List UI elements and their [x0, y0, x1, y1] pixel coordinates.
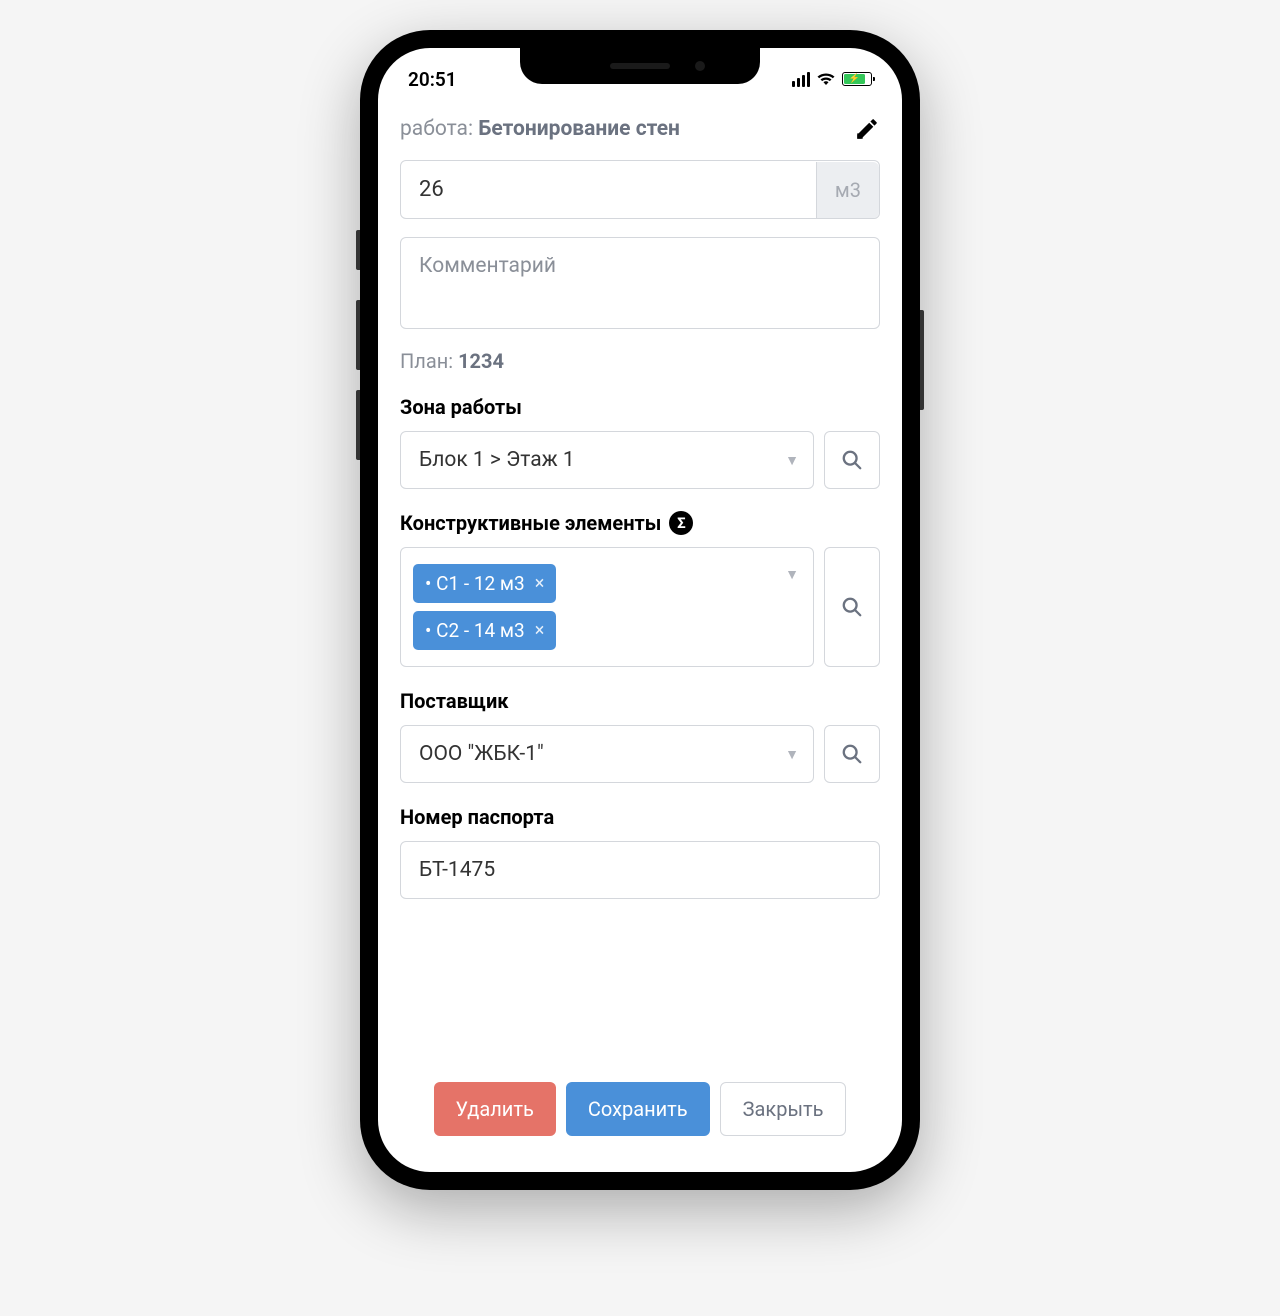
tag-remove-icon[interactable]: ×	[535, 573, 545, 594]
phone-frame: 20:51 ⚡ работа: Бетонирование стен	[360, 30, 920, 1190]
zone-row: Блок 1 > Этаж 1 ▼	[400, 431, 880, 489]
work-title: работа: Бетонирование стен	[400, 117, 680, 141]
footer-buttons: Удалить Сохранить Закрыть	[400, 1082, 880, 1172]
signal-icon	[792, 72, 810, 87]
elements-search-button[interactable]	[824, 547, 880, 667]
edit-button[interactable]	[854, 116, 880, 142]
element-tag: • С1 - 12 м3 ×	[413, 564, 556, 603]
close-button[interactable]: Закрыть	[720, 1082, 847, 1136]
chevron-down-icon: ▼	[785, 452, 799, 469]
spacer	[400, 921, 880, 1082]
supplier-selected: ООО "ЖБК-1"	[401, 726, 785, 782]
supplier-select[interactable]: ООО "ЖБК-1" ▼	[400, 725, 814, 783]
plan-label: План:	[400, 349, 453, 373]
work-value: Бетонирование стен	[478, 117, 680, 141]
phone-side-button	[920, 310, 924, 410]
form-header: работа: Бетонирование стен	[400, 116, 880, 142]
tag-remove-icon[interactable]: ×	[535, 620, 545, 641]
plan-value: 1234	[458, 349, 504, 373]
elements-multiselect[interactable]: ▼ • С1 - 12 м3 × • С2 - 14 м3 ×	[400, 547, 814, 667]
supplier-search-button[interactable]	[824, 725, 880, 783]
sigma-icon[interactable]: Σ	[669, 511, 693, 535]
status-indicators: ⚡	[792, 72, 872, 87]
phone-screen: 20:51 ⚡ работа: Бетонирование стен	[378, 48, 902, 1172]
delete-button[interactable]: Удалить	[434, 1082, 556, 1136]
elements-label: Конструктивные элементы Σ	[400, 511, 880, 535]
element-tag-text: • С2 - 14 м3	[425, 619, 525, 642]
elements-label-text: Конструктивные элементы	[400, 511, 661, 535]
quantity-field: м3	[400, 160, 880, 219]
status-time: 20:51	[408, 68, 457, 91]
supplier-label: Поставщик	[400, 689, 880, 713]
quantity-input[interactable]	[401, 161, 816, 218]
battery-icon: ⚡	[842, 72, 872, 86]
quantity-unit: м3	[816, 162, 879, 218]
chevron-down-icon: ▼	[785, 746, 799, 763]
zone-label: Зона работы	[400, 395, 880, 419]
phone-notch	[520, 48, 760, 84]
zone-select[interactable]: Блок 1 > Этаж 1 ▼	[400, 431, 814, 489]
elements-row: ▼ • С1 - 12 м3 × • С2 - 14 м3 ×	[400, 547, 880, 667]
phone-side-button	[356, 390, 360, 460]
element-tag-text: • С1 - 12 м3	[425, 572, 525, 595]
supplier-row: ООО "ЖБК-1" ▼	[400, 725, 880, 783]
passport-label: Номер паспорта	[400, 805, 880, 829]
comment-textarea[interactable]: Комментарий	[400, 237, 880, 329]
phone-side-button	[356, 300, 360, 370]
wifi-icon	[816, 72, 836, 86]
work-label: работа:	[400, 117, 473, 141]
zone-selected: Блок 1 > Этаж 1	[401, 432, 785, 488]
form-content: работа: Бетонирование стен м3 Комментари…	[378, 98, 902, 1172]
chevron-down-icon: ▼	[785, 566, 799, 583]
plan-info: План: 1234	[400, 349, 880, 373]
element-tag: • С2 - 14 м3 ×	[413, 611, 556, 650]
passport-input[interactable]: БТ-1475	[400, 841, 880, 899]
save-button[interactable]: Сохранить	[566, 1082, 710, 1136]
phone-side-button	[356, 230, 360, 270]
zone-search-button[interactable]	[824, 431, 880, 489]
